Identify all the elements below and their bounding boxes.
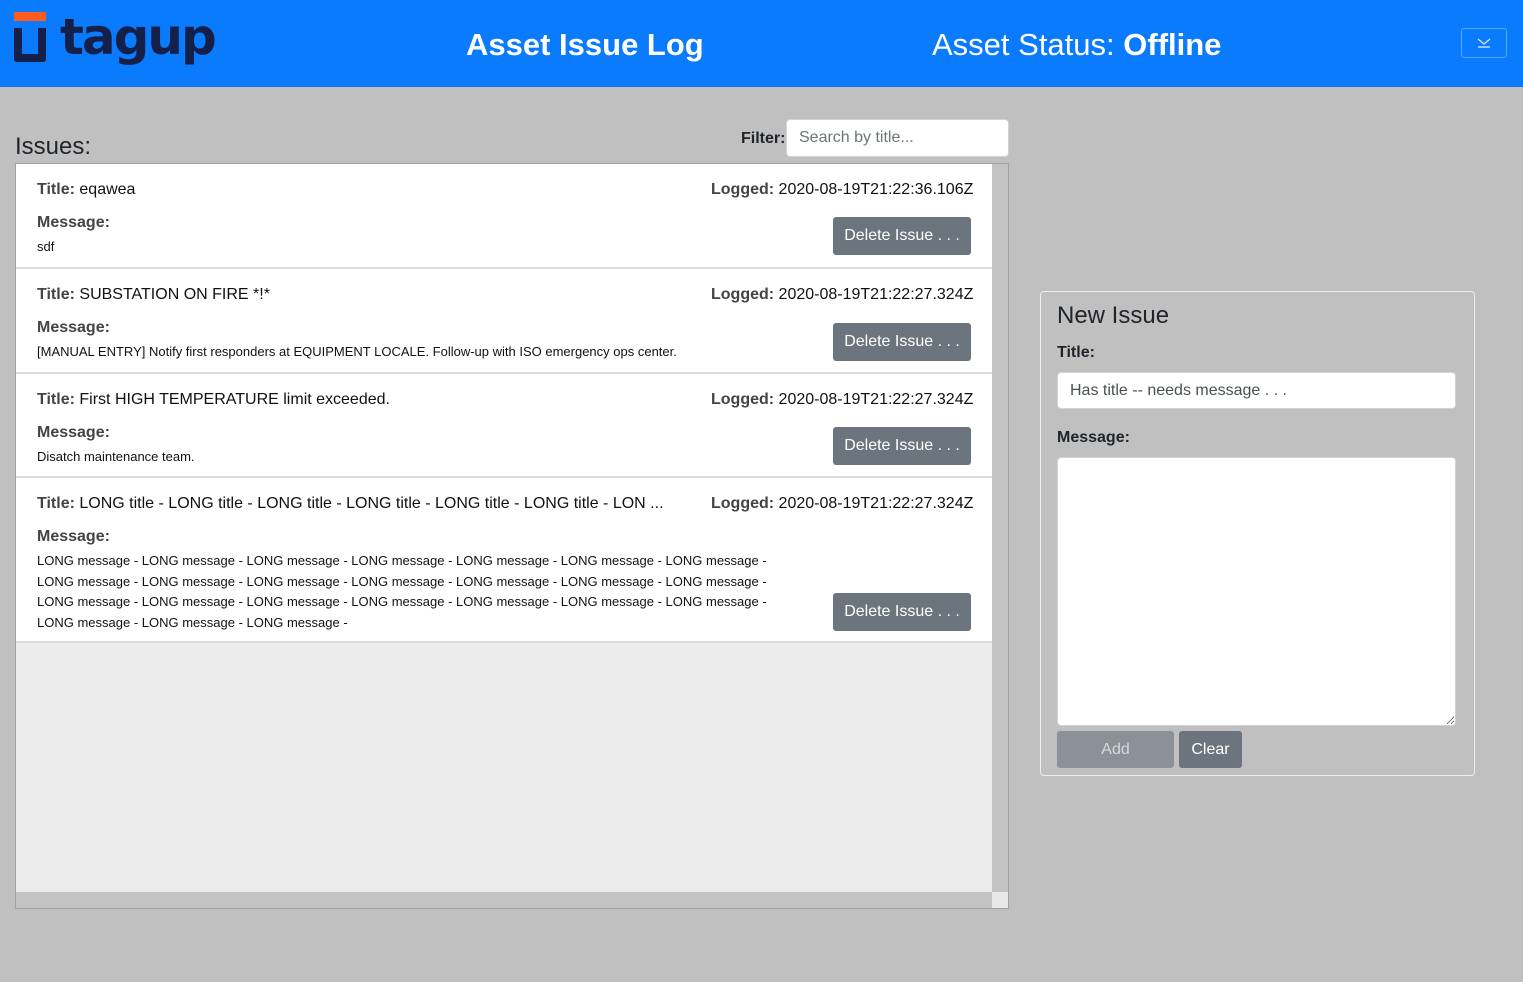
issue-item: Title: First HIGH TEMPERATURE limit exce…	[16, 374, 992, 478]
issue-logged: Logged: 2020-08-19T21:22:27.324Z	[711, 391, 974, 408]
issue-title-value: First HIGH TEMPERATURE limit exceeded.	[79, 391, 390, 408]
issue-message: Disatch maintenance team.	[37, 449, 195, 464]
new-issue-message-textarea[interactable]	[1057, 457, 1456, 726]
delete-issue-button[interactable]: Delete Issue . . .	[833, 217, 971, 255]
issue-item: Title: eqawea Logged: 2020-08-19T21:22:3…	[16, 164, 992, 269]
filter-search-input[interactable]	[786, 119, 1009, 157]
issue-title-value: LONG title - LONG title - LONG title - L…	[79, 495, 664, 512]
vertical-scrollbar[interactable]	[992, 164, 1008, 892]
issue-title: Title: eqawea	[37, 181, 136, 198]
issue-item: Title: SUBSTATION ON FIRE *!* Logged: 20…	[16, 269, 992, 374]
page-title: Asset Issue Log	[466, 27, 704, 62]
delete-issue-button[interactable]: Delete Issue . . .	[833, 593, 971, 631]
issue-logged-value: 2020-08-19T21:22:27.324Z	[778, 391, 974, 408]
new-issue-heading: New Issue	[1057, 302, 1170, 329]
new-issue-title-input[interactable]	[1057, 372, 1456, 409]
issue-logged-value: 2020-08-19T21:22:27.324Z	[778, 495, 974, 512]
asset-status: Asset Status: Offline	[932, 26, 1221, 64]
asset-status-value: Offline	[1123, 27, 1222, 62]
issues-heading: Issues:	[15, 133, 92, 160]
delete-issue-button[interactable]: Delete Issue . . .	[833, 323, 971, 361]
issues-list-container[interactable]: Title: eqawea Logged: 2020-08-19T21:22:3…	[15, 163, 1009, 909]
horizontal-scrollbar[interactable]	[16, 892, 992, 908]
asset-status-label: Asset Status:	[932, 27, 1124, 62]
issue-title: Title: SUBSTATION ON FIRE *!*	[37, 286, 270, 303]
issue-logged: Logged: 2020-08-19T21:22:27.324Z	[711, 495, 974, 512]
chevron-down-icon	[1477, 38, 1491, 48]
app-header: tagup Asset Issue Log Asset Status: Offl…	[0, 0, 1523, 87]
issue-logged: Logged: 2020-08-19T21:22:27.324Z	[711, 286, 974, 303]
issue-title: Title: First HIGH TEMPERATURE limit exce…	[37, 391, 390, 408]
issue-item: Title: LONG title - LONG title - LONG ti…	[16, 478, 992, 643]
delete-issue-button[interactable]: Delete Issue . . .	[833, 427, 971, 465]
header-menu-button[interactable]	[1461, 28, 1507, 58]
new-issue-message-label: Message:	[1057, 429, 1130, 446]
issue-logged-value: 2020-08-19T21:22:27.324Z	[778, 286, 974, 303]
new-issue-panel: New Issue Title: Message: Add Clear	[1040, 291, 1475, 776]
issue-title-value: eqawea	[79, 181, 136, 198]
issue-title: Title: LONG title - LONG title - LONG ti…	[37, 495, 664, 512]
issue-title-value: SUBSTATION ON FIRE *!*	[79, 286, 270, 303]
issue-message: sdf	[37, 239, 55, 254]
filter-label: Filter:	[741, 130, 786, 147]
issue-logged: Logged: 2020-08-19T21:22:36.106Z	[711, 181, 974, 198]
issue-message: LONG message - LONG message - LONG messa…	[37, 553, 767, 630]
issues-list: Title: eqawea Logged: 2020-08-19T21:22:3…	[16, 164, 992, 643]
issue-message: [MANUAL ENTRY] Notify first responders a…	[37, 344, 677, 359]
issue-message-label: Message:	[37, 424, 110, 441]
tagup-logo: tagup	[14, 8, 224, 74]
logo-text: tagup	[60, 8, 217, 66]
issue-message-label: Message:	[37, 214, 110, 231]
logo-mark-icon	[14, 12, 46, 62]
issue-logged-value: 2020-08-19T21:22:36.106Z	[778, 181, 974, 198]
add-issue-button[interactable]: Add	[1057, 731, 1174, 768]
new-issue-title-label: Title:	[1057, 344, 1095, 361]
scrollbar-corner	[992, 892, 1008, 908]
clear-button[interactable]: Clear	[1179, 731, 1242, 768]
issue-message-label: Message:	[37, 528, 110, 545]
issue-message-label: Message:	[37, 319, 110, 336]
